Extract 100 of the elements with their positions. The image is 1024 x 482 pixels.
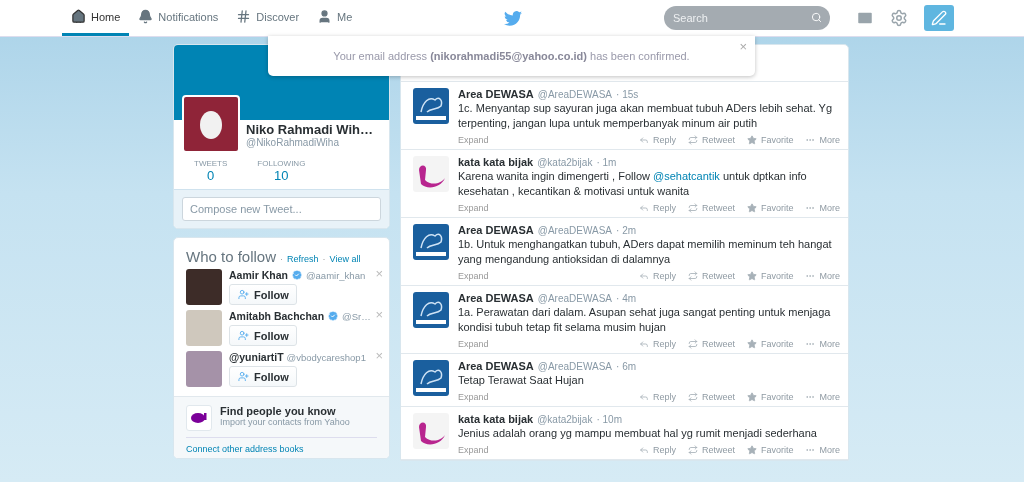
tweet-text: Karena wanita ingin dimengerti , Follow @sehatcantik untuk dptkan info kesehatan , kecantikan & motivasi untuk wanita	[458, 169, 808, 199]
tweet-action[interactable]: Favorite	[746, 271, 794, 281]
dismiss-button[interactable]: ×	[375, 266, 383, 281]
photo-placeholder	[186, 269, 222, 305]
account-handle: @vbodycareshop1	[286, 351, 366, 363]
expand-link[interactable]: Expand	[458, 445, 627, 455]
tweet-action[interactable]: Retweet	[687, 392, 735, 402]
tweet-action[interactable]: More	[805, 392, 840, 402]
person-plus-icon	[238, 289, 249, 300]
tweet-action[interactable]: Favorite	[746, 135, 794, 145]
tweet-author: Area DEWASA	[458, 88, 534, 100]
retweet-icon	[687, 445, 698, 455]
account-handle: @aamir_khan	[305, 269, 366, 281]
tweet-action[interactable]: Reply	[638, 135, 676, 145]
tweet-action[interactable]: Reply	[638, 392, 676, 402]
settings-button[interactable]	[890, 9, 908, 27]
tweet-action[interactable]: Favorite	[746, 445, 794, 455]
tweet-time[interactable]: · 4m	[616, 293, 637, 304]
profile-stat[interactable]: TWEETS 0	[194, 159, 228, 183]
section-link[interactable]: Refresh	[287, 254, 319, 264]
tweet-action[interactable]: Retweet	[687, 135, 735, 145]
account-name: @yuniartiT	[229, 351, 284, 363]
tweet-action[interactable]: More	[805, 135, 840, 145]
nav-tab[interactable]: Discover	[227, 0, 309, 36]
figure-logo-avatar	[413, 224, 449, 260]
find-people-subtitle: Import your contacts from Yahoo	[220, 417, 350, 427]
tweet-action[interactable]: Favorite	[746, 339, 794, 349]
tweet-time[interactable]: · 10m	[596, 414, 622, 425]
find-people-title: Find people you know	[220, 405, 337, 417]
tweet-handle: @AreaDEWASA	[537, 89, 613, 100]
tweet-handle: @AreaDEWASA	[537, 293, 613, 304]
nav-tab[interactable]: Me	[308, 0, 362, 36]
pen-icon	[931, 10, 947, 26]
search-icon	[811, 12, 822, 23]
tweet-action[interactable]: Retweet	[687, 445, 735, 455]
tweet-author: Area DEWASA	[458, 360, 534, 372]
tweet-time[interactable]: · 6m	[616, 361, 637, 372]
tweet-time[interactable]: · 2m	[616, 225, 637, 236]
reply-icon	[638, 135, 649, 145]
person-plus-icon	[238, 371, 249, 382]
mention-link[interactable]: @sehatcantik	[653, 170, 720, 182]
close-button[interactable]: ×	[739, 39, 747, 54]
swan-logo-avatar	[413, 413, 449, 449]
photo-placeholder	[186, 310, 222, 346]
compose-button[interactable]	[924, 5, 954, 31]
egg-icon	[199, 108, 223, 140]
tweet-action[interactable]: Retweet	[687, 271, 735, 281]
profile-avatar[interactable]	[182, 95, 240, 153]
hash-icon	[236, 9, 252, 24]
expand-link[interactable]: Expand	[458, 135, 627, 145]
profile-handle: @NikoRahmadiWiha	[246, 137, 340, 148]
account-handle: @Sr…	[342, 310, 371, 322]
tweet-author: Area DEWASA	[458, 292, 534, 304]
tweet-handle: @kata2bijak	[537, 414, 593, 425]
tweet-action[interactable]: Reply	[638, 445, 676, 455]
retweet-icon	[687, 271, 698, 281]
follow-button[interactable]: Follow	[229, 325, 297, 346]
tweet-handle: @kata2bijak	[537, 157, 593, 168]
nav-tab[interactable]: Notifications	[129, 0, 228, 36]
section-link[interactable]: View all	[329, 254, 361, 264]
figure-logo-avatar	[413, 360, 449, 396]
dot-separator: ·	[322, 254, 326, 264]
tweet-time[interactable]: · 1m	[596, 157, 617, 168]
tweet-action[interactable]: More	[805, 445, 840, 455]
tweet-author: Area DEWASA	[458, 224, 534, 236]
tweet-time[interactable]: · 15s	[616, 89, 639, 100]
expand-link[interactable]: Expand	[458, 271, 627, 281]
tweet-action[interactable]: Favorite	[746, 203, 794, 213]
follow-button[interactable]: Follow	[229, 284, 297, 305]
search-field[interactable]: Search	[664, 6, 830, 30]
tweet-action[interactable]: More	[805, 203, 840, 213]
tweet-text: 1c. Menyantap sup sayuran juga akan membuat tubuh ADers lebih sehat. Yg terpenting, jangan lupa untuk memperbanyak minum air putih	[458, 101, 834, 131]
tweet-action[interactable]: More	[805, 339, 840, 349]
tweet-action[interactable]: Retweet	[687, 339, 735, 349]
nav-tab[interactable]: Home	[62, 0, 130, 36]
tweet-text: Jenius adalah orang yg mampu membuat hal yg rumit menjadi sederhana	[458, 426, 818, 441]
tweet-action[interactable]: Reply	[638, 203, 676, 213]
dismiss-button[interactable]: ×	[375, 348, 383, 363]
star-icon	[746, 445, 757, 455]
profile-stat[interactable]: FOLLOWING 10	[257, 159, 306, 183]
expand-link[interactable]: Expand	[458, 203, 627, 213]
tweet-action[interactable]: Favorite	[746, 392, 794, 402]
reply-icon	[638, 445, 649, 455]
expand-link[interactable]: Expand	[458, 392, 627, 402]
tweet-action[interactable]: Retweet	[687, 203, 735, 213]
tweet-action[interactable]: Reply	[638, 271, 676, 281]
tweet-action[interactable]: Reply	[638, 339, 676, 349]
retweet-icon	[687, 203, 698, 213]
dismiss-button[interactable]: ×	[375, 307, 383, 322]
section-title: Who to follow	[186, 248, 277, 265]
reply-icon	[638, 271, 649, 281]
bird-logo-icon	[503, 10, 522, 26]
tweet-action[interactable]: More	[805, 271, 840, 281]
account-name: Aamir Khan	[229, 269, 288, 281]
compose-tweet-field[interactable]: Compose new Tweet...	[182, 197, 381, 221]
follow-button[interactable]: Follow	[229, 366, 297, 387]
connect-link[interactable]: Connect other address books	[186, 444, 304, 454]
tweet-text: 1a. Perawatan dari dalam. Asupan sehat juga sangat penting untuk menjaga kondisi tubuh tetap fit selama musim hujan	[458, 305, 832, 335]
tweet-handle: @AreaDEWASA	[537, 225, 613, 236]
expand-link[interactable]: Expand	[458, 339, 627, 349]
